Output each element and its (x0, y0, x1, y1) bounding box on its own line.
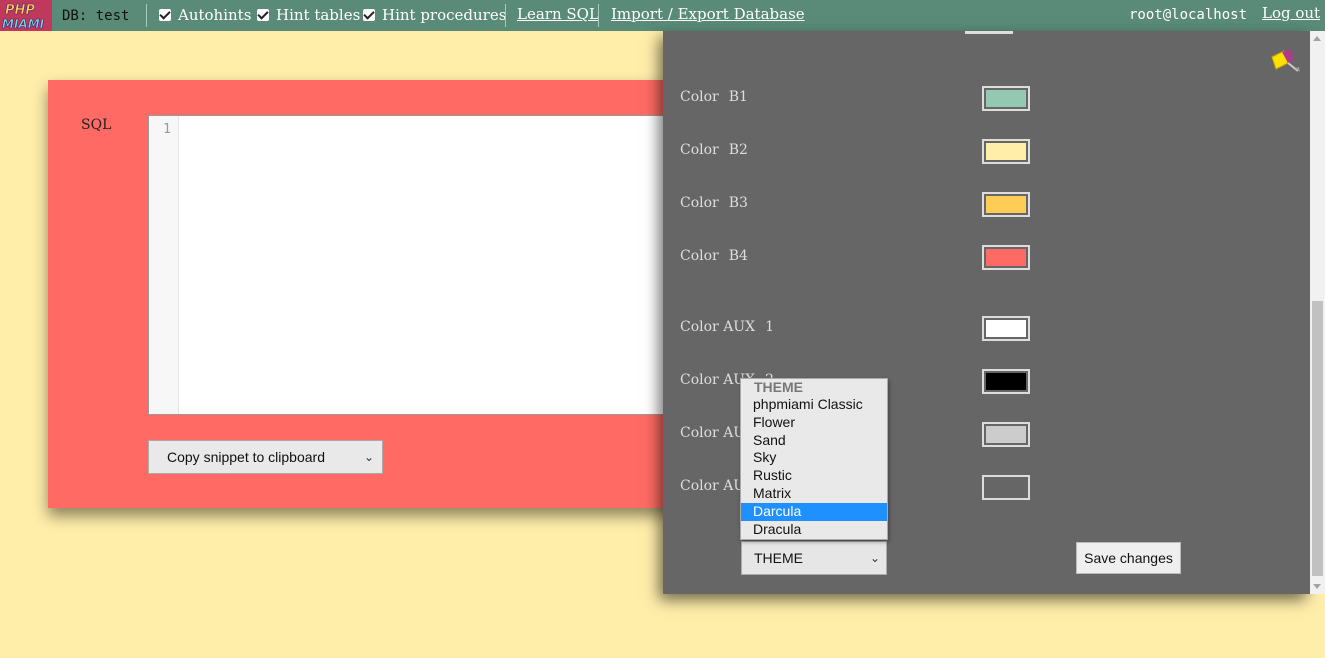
hint-tables-label: Hint tables (276, 6, 361, 24)
theme-option-sand[interactable]: Sand (741, 432, 887, 450)
checkbox-checked-icon[interactable] (257, 9, 269, 21)
color-swatch-b3[interactable] (982, 192, 1030, 217)
swatch-fill (986, 143, 1026, 160)
swatch-fill (986, 320, 1026, 337)
page-scrollbar[interactable] (1310, 31, 1325, 594)
theme-dropdown-list: THEME phpmiami Classic Flower Sand Sky R… (740, 378, 888, 540)
swatch-fill (986, 426, 1026, 443)
color-swatch-aux1[interactable] (982, 316, 1030, 341)
sql-label: SQL (81, 117, 112, 133)
hint-procedures-checkbox[interactable]: Hint procedures (363, 5, 506, 25)
color-row-label: Color B3 (680, 195, 748, 211)
color-row-label: Color B2 (680, 142, 748, 158)
separator (598, 4, 599, 27)
swatch-fill (986, 249, 1026, 266)
scrollbar-thumb[interactable] (1312, 301, 1323, 576)
top-bar: PHP MIAMI DB: test Autohints Hint tables… (0, 0, 1325, 31)
theme-option-dracula[interactable]: Dracula (741, 521, 887, 539)
color-row-label: Color B1 (680, 89, 748, 105)
hint-tables-checkbox[interactable]: Hint tables (257, 5, 360, 25)
logout-link[interactable]: Log out (1262, 4, 1320, 22)
swatch-fill (986, 373, 1026, 390)
theme-option-darcula[interactable]: Darcula (741, 502, 887, 521)
color-row-label: Color AUX 1 (680, 319, 774, 335)
swatch-fill (986, 196, 1026, 213)
snippet-select-value: Copy snippet to clipboard (167, 449, 325, 465)
theme-option-rustic[interactable]: Rustic (741, 467, 887, 485)
import-export-link[interactable]: Import / Export Database (611, 5, 805, 23)
checkbox-checked-icon[interactable] (363, 9, 375, 21)
db-label: DB: test (62, 8, 130, 24)
sql-editor[interactable]: 1 (148, 115, 688, 415)
user-label: root@localhost (1129, 7, 1248, 23)
color-swatch-b2[interactable] (982, 139, 1030, 164)
hint-procedures-label: Hint procedures (382, 6, 507, 24)
color-row-label: Color B4 (680, 248, 748, 264)
save-changes-button[interactable]: Save changes (1076, 542, 1181, 574)
scroll-down-arrow-icon[interactable] (1313, 584, 1321, 589)
separator (146, 4, 147, 27)
theme-select[interactable]: THEME ⌄ (741, 541, 887, 575)
logo-text-miami: MIAMI (2, 17, 45, 31)
separator (505, 4, 506, 27)
autohints-label: Autohints (178, 6, 252, 24)
checkbox-checked-icon[interactable] (159, 9, 171, 21)
editor-gutter: 1 (149, 116, 179, 414)
color-swatch-aux3[interactable] (982, 422, 1030, 447)
swatch-fill (986, 479, 1026, 496)
color-swatch-partial[interactable] (965, 31, 1013, 34)
color-swatch-b1[interactable] (982, 86, 1030, 111)
theme-option-phpmiami-classic[interactable]: phpmiami Classic (741, 396, 887, 414)
line-number: 1 (163, 122, 171, 137)
eraser-close-icon[interactable] (1266, 47, 1302, 75)
chevron-down-icon: ⌄ (363, 450, 374, 464)
phpmiami-logo[interactable]: PHP MIAMI (0, 0, 52, 31)
logo-text-php: PHP (5, 3, 35, 18)
dropdown-group-label: THEME (754, 379, 803, 395)
color-swatch-aux2[interactable] (982, 369, 1030, 394)
theme-option-matrix[interactable]: Matrix (741, 485, 887, 503)
snippet-select[interactable]: Copy snippet to clipboard ⌄ (148, 440, 383, 474)
color-swatch-b4[interactable] (982, 245, 1030, 270)
scroll-up-arrow-icon[interactable] (1313, 36, 1321, 41)
learn-sql-link[interactable]: Learn SQL (517, 5, 599, 23)
chevron-down-icon: ⌄ (869, 551, 880, 565)
autohints-checkbox[interactable]: Autohints (159, 5, 251, 25)
theme-select-value: THEME (754, 550, 803, 566)
theme-option-flower[interactable]: Flower (741, 414, 887, 432)
color-swatch-aux4[interactable] (982, 475, 1030, 500)
swatch-fill (986, 90, 1026, 107)
theme-option-sky[interactable]: Sky (741, 449, 887, 467)
sql-card: SQL 1 Copy snippet to clipboard ⌄ (48, 80, 688, 508)
